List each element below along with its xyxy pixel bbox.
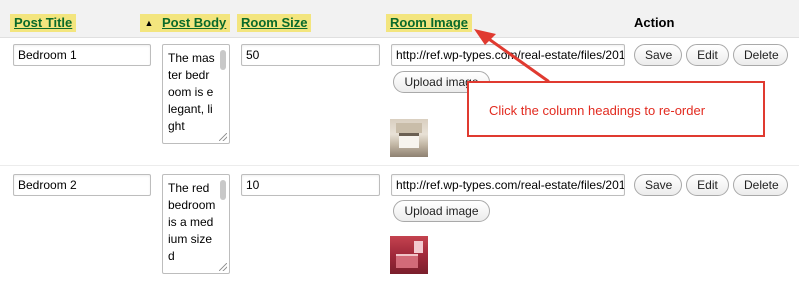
post-body-text: The master bedroom is elegant, light <box>168 51 215 133</box>
table-header: Post Title ▲ Post Body Room Size Room Im… <box>0 0 799 38</box>
column-heading-room-size[interactable]: Room Size <box>237 14 312 32</box>
resize-grip-icon[interactable] <box>219 133 227 141</box>
annotation-callout: Click the column headings to re-order <box>467 81 765 137</box>
column-heading-post-title[interactable]: Post Title <box>10 14 77 32</box>
annotation-text: Click the column headings to re-order <box>489 103 706 118</box>
column-heading-post-body[interactable]: Post Body <box>158 14 231 32</box>
post-body-textarea[interactable]: The red bedroom is a medium sized <box>162 174 230 274</box>
resize-grip-icon[interactable] <box>219 263 227 271</box>
post-title-input[interactable]: Bedroom 2 <box>13 174 151 196</box>
room-image-url-input[interactable]: http://ref.wp-types.com/real-estate/file… <box>391 174 625 196</box>
post-title-input[interactable]: Bedroom 1 <box>13 44 151 66</box>
row-divider <box>0 165 799 166</box>
upload-image-button[interactable]: Upload image <box>393 200 490 222</box>
save-button[interactable]: Save <box>634 44 682 66</box>
column-heading-room-image[interactable]: Room Image <box>386 14 473 32</box>
room-image-thumbnail <box>390 119 428 157</box>
delete-button[interactable]: Delete <box>733 174 788 196</box>
save-button[interactable]: Save <box>634 174 682 196</box>
delete-button[interactable]: Delete <box>733 44 788 66</box>
post-body-textarea[interactable]: The master bedroom is elegant, light <box>162 44 230 144</box>
room-image-thumbnail <box>390 236 428 274</box>
column-heading-action: Action <box>634 15 675 30</box>
textarea-scrollbar[interactable] <box>220 180 226 200</box>
edit-button[interactable]: Edit <box>686 174 729 196</box>
sort-ascending-icon[interactable]: ▲ <box>140 14 158 32</box>
room-size-input[interactable]: 10 <box>241 174 380 196</box>
textarea-scrollbar[interactable] <box>220 50 226 70</box>
edit-button[interactable]: Edit <box>686 44 729 66</box>
room-image-url-input[interactable]: http://ref.wp-types.com/real-estate/file… <box>391 44 625 66</box>
room-size-input[interactable]: 50 <box>241 44 380 66</box>
post-body-text: The red bedroom is a medium sized <box>168 181 216 263</box>
